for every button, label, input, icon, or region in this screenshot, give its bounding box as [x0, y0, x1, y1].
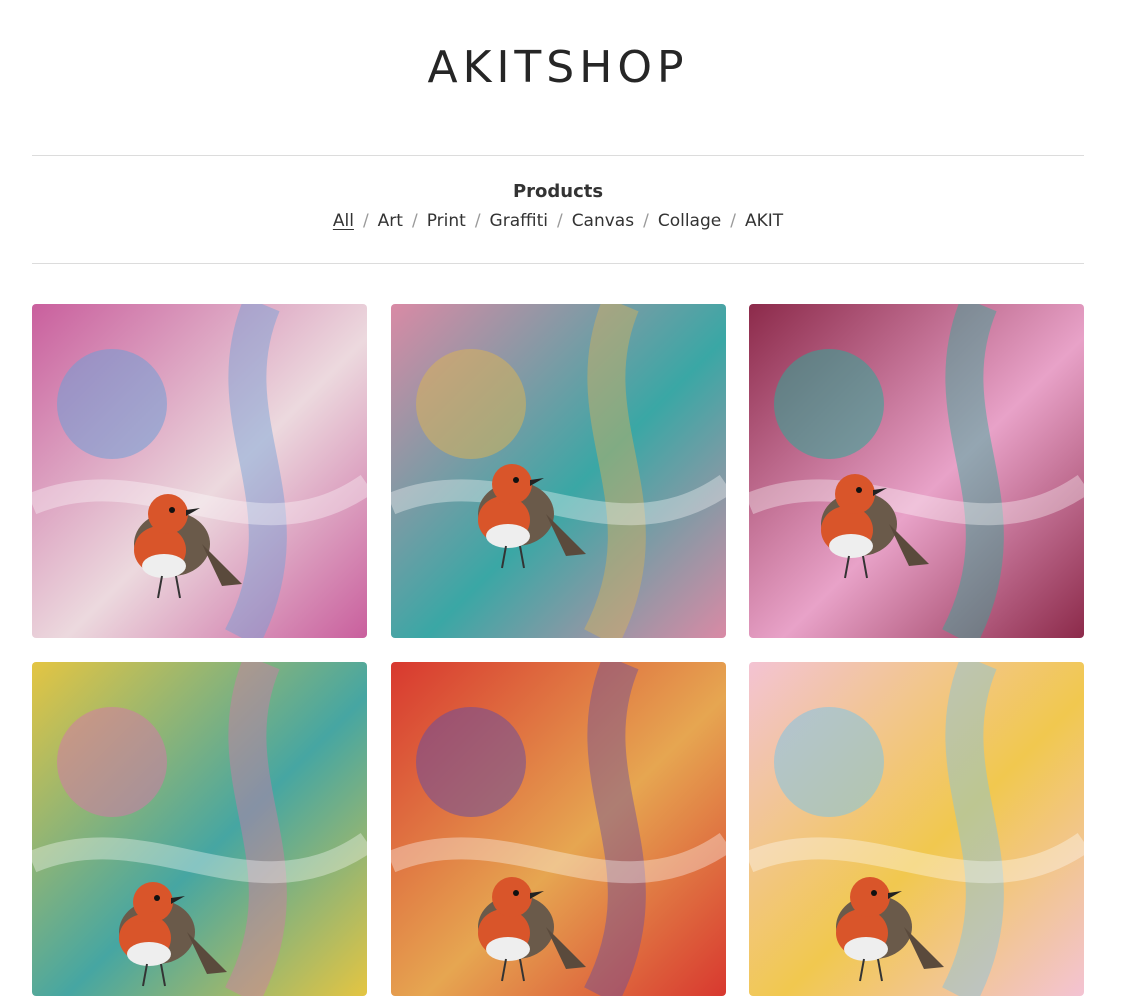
product-card-6[interactable]: [749, 662, 1084, 996]
divider-top: [32, 155, 1084, 156]
product-image: [32, 304, 367, 638]
product-image: [749, 662, 1084, 996]
category-all[interactable]: All: [333, 211, 354, 231]
separator: /: [556, 211, 563, 231]
category-art[interactable]: Art: [378, 211, 403, 231]
product-card-4[interactable]: [32, 662, 367, 996]
product-image: [32, 662, 367, 996]
site-header: AKITSHOP: [0, 0, 1121, 155]
separator: /: [411, 211, 418, 231]
product-image: [391, 304, 726, 638]
category-canvas[interactable]: Canvas: [572, 211, 634, 231]
category-collage[interactable]: Collage: [658, 211, 721, 231]
separator: /: [474, 211, 481, 231]
product-image: [749, 304, 1084, 638]
separator: /: [362, 211, 369, 231]
category-print[interactable]: Print: [427, 211, 466, 231]
separator: /: [643, 211, 649, 231]
product-image: [391, 662, 726, 996]
product-card-5[interactable]: [391, 662, 726, 996]
shop-logo[interactable]: AKITSHOP: [0, 42, 1116, 93]
category-nav: All / Art / Print / Graffiti / Canvas / Collage / AK…: [0, 211, 1116, 231]
separator: /: [730, 211, 736, 231]
product-card-2[interactable]: [391, 304, 726, 638]
product-card-1[interactable]: [32, 304, 367, 638]
divider-bottom: [32, 263, 1084, 264]
category-graffiti[interactable]: Graffiti: [490, 211, 548, 231]
products-heading: Products: [512, 181, 604, 202]
category-akit[interactable]: AKIT: [745, 211, 783, 231]
product-card-3[interactable]: [749, 304, 1084, 638]
